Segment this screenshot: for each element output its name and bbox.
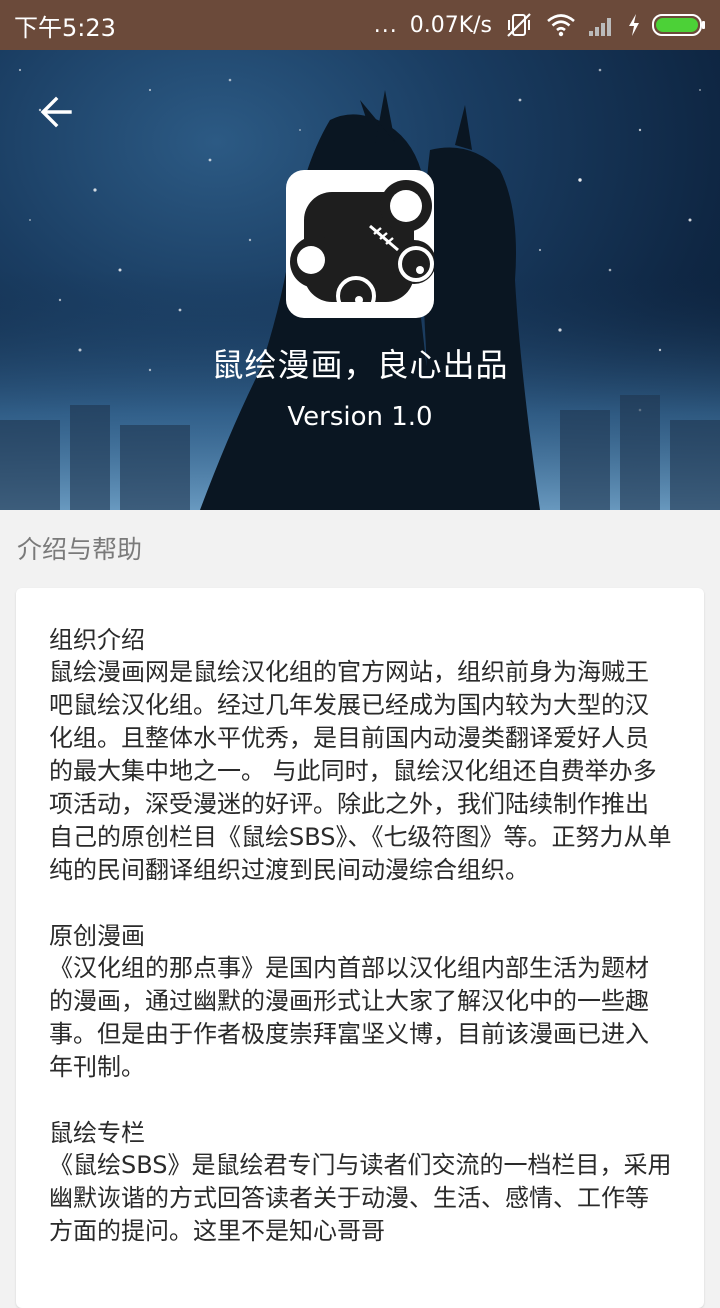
app-slogan: 鼠绘漫画，良心出品 xyxy=(211,346,509,384)
status-time: 下午5:23 xyxy=(14,13,116,42)
bolt-icon xyxy=(628,14,640,36)
intro-block-organization: 组织介绍 鼠绘漫画网是鼠绘汉化组的官方网站，组织前身为海贼王吧鼠绘汉化组。经过几… xyxy=(49,624,672,887)
intro-block-column: 鼠绘专栏 《鼠绘SBS》是鼠绘君专门与读者们交流的一档栏目，采用幽默诙谐的方式回… xyxy=(49,1117,672,1248)
intro-block-original-comic: 原创漫画 《汉化组的那点事》是国内首部以汉化组内部生活为题材的漫画，通过幽默的漫… xyxy=(49,920,672,1084)
status-bar: 下午5:23 ... 0.07K/s xyxy=(0,0,720,50)
section-title: 介绍与帮助 xyxy=(17,535,143,564)
status-more-dots: ... xyxy=(373,12,398,38)
block-body: 《鼠绘SBS》是鼠绘君专门与读者们交流的一档栏目，采用幽默诙谐的方式回答读者关于… xyxy=(49,1151,672,1245)
signal-icon xyxy=(588,13,616,37)
status-right-group: ... 0.07K/s xyxy=(374,10,706,40)
app-logo xyxy=(286,170,434,318)
battery-icon xyxy=(652,12,706,38)
block-heading: 组织介绍 xyxy=(49,626,145,654)
back-button[interactable] xyxy=(30,86,82,138)
vibrate-off-icon xyxy=(504,10,534,40)
header-banner: 鼠绘漫画，良心出品 Version 1.0 xyxy=(0,50,720,510)
wifi-icon xyxy=(546,12,576,38)
intro-card: 组织介绍 鼠绘漫画网是鼠绘汉化组的官方网站，组织前身为海贼王吧鼠绘汉化组。经过几… xyxy=(16,588,704,1308)
block-heading: 原创漫画 xyxy=(49,922,145,950)
app-version: Version 1.0 xyxy=(287,402,433,432)
network-speed: 0.07K/s xyxy=(409,12,492,38)
block-heading: 鼠绘专栏 xyxy=(49,1119,145,1147)
arrow-left-icon xyxy=(40,96,72,128)
block-body: 鼠绘漫画网是鼠绘汉化组的官方网站，组织前身为海贼王吧鼠绘汉化组。经过几年发展已经… xyxy=(49,658,672,884)
block-body: 《汉化组的那点事》是国内首部以汉化组内部生活为题材的漫画，通过幽默的漫画形式让大… xyxy=(49,954,649,1081)
